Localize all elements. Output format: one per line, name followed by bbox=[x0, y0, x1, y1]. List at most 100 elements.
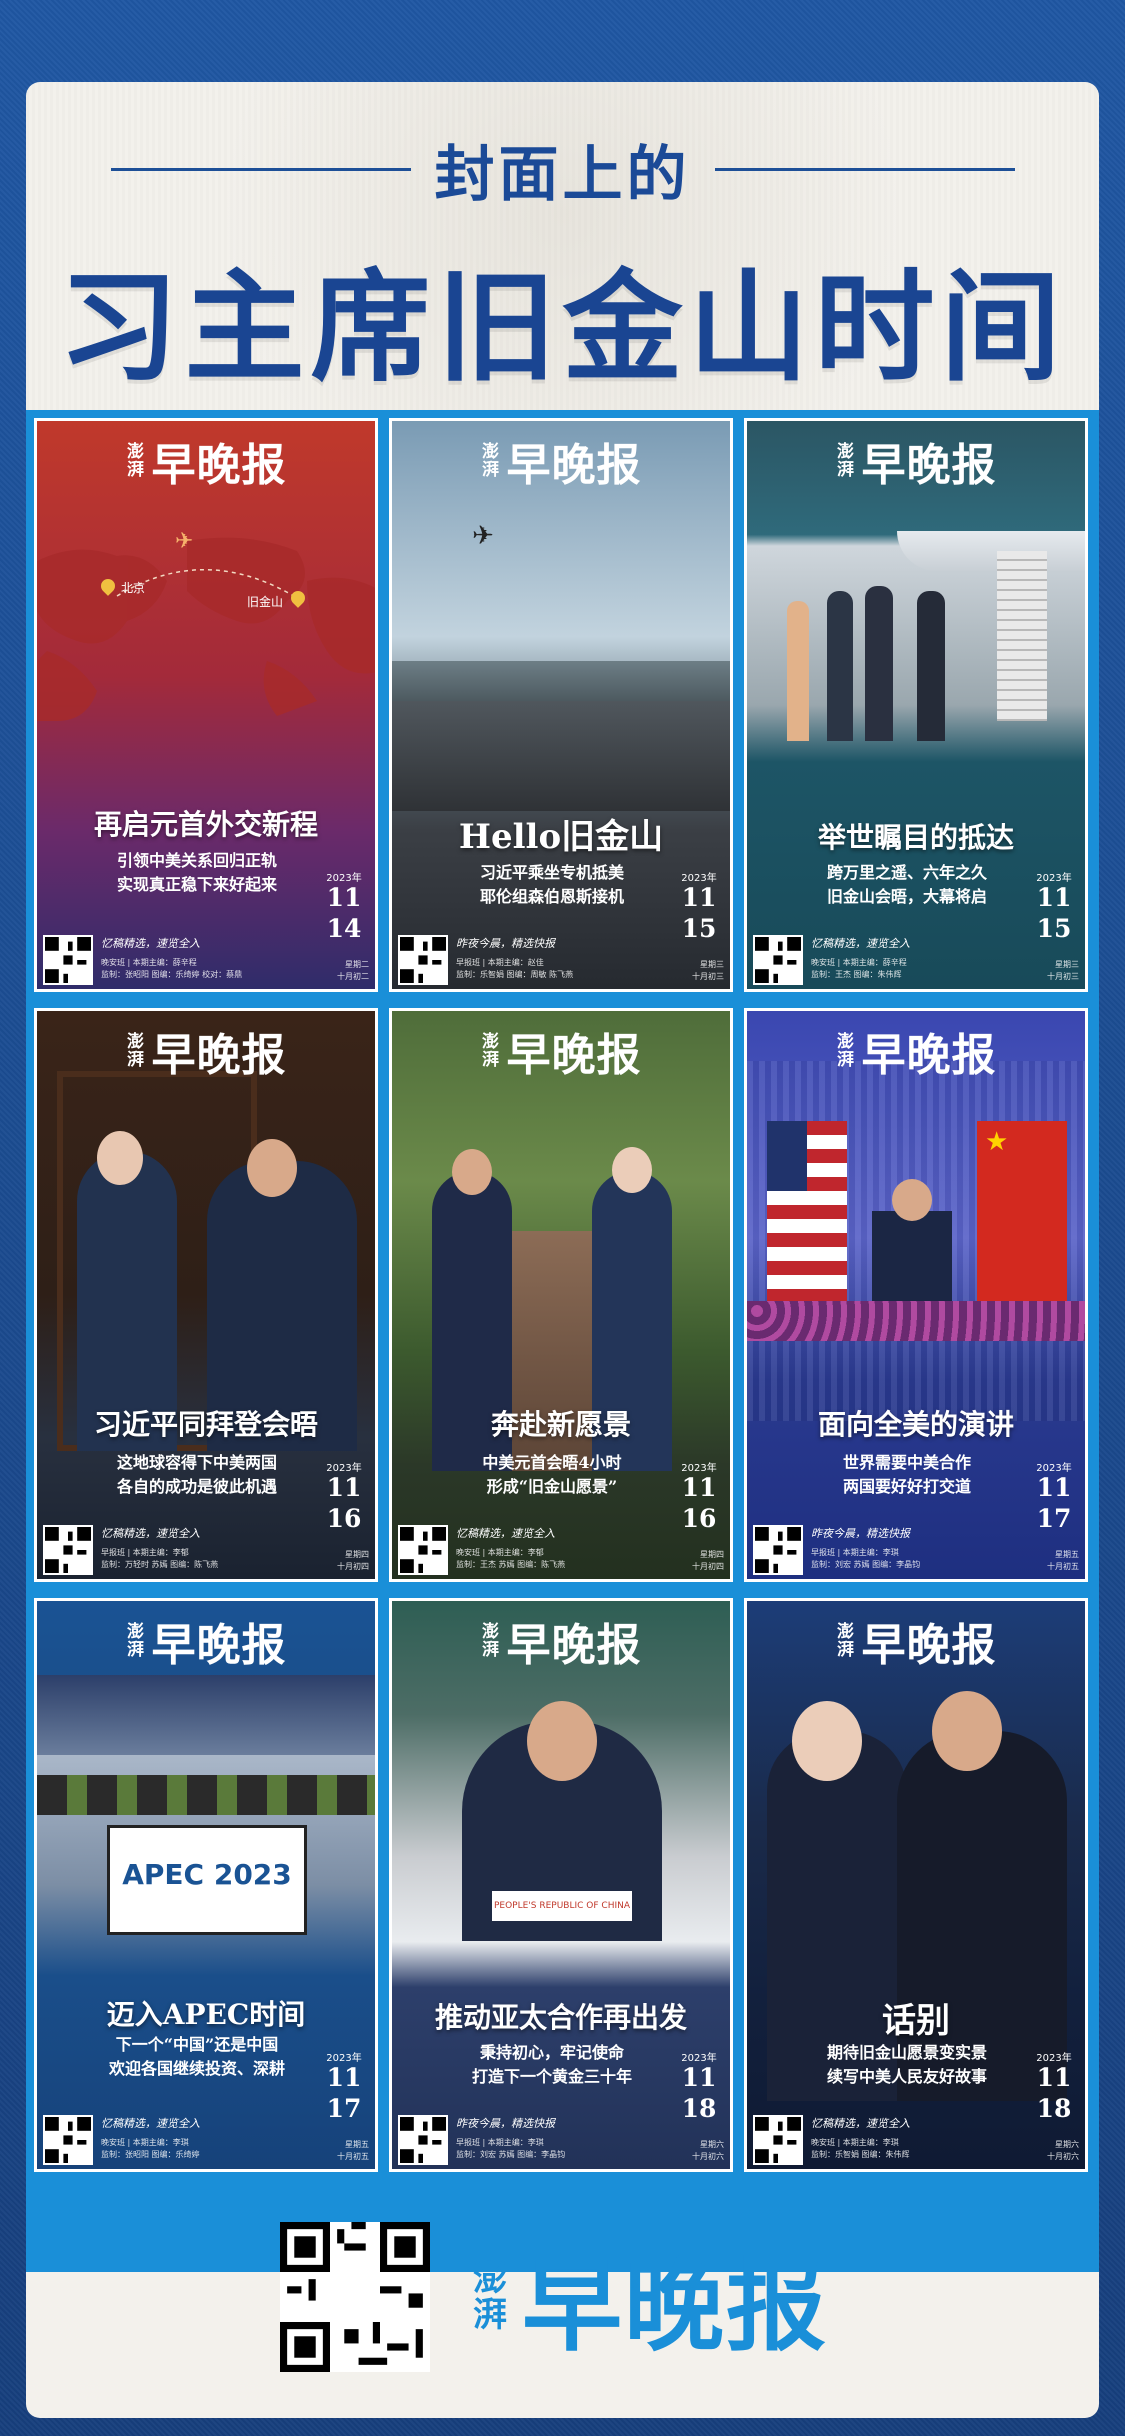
brand-logo: 澎湃 早晚报 bbox=[392, 1021, 730, 1081]
us-flag bbox=[767, 1121, 847, 1301]
flag-canton bbox=[767, 1121, 807, 1191]
brand-name: 早晚报 bbox=[151, 1030, 287, 1081]
cover-card[interactable]: ✈ 澎湃 早晚报 Hello旧金山 习近平乘坐专机抵美 耶伦组森伯恩斯接机 202… bbox=[389, 418, 733, 992]
cover-footer: 忆稿精选，速览全入 早报班 | 本期主编：李郁 监制：万轻时 苏嫣 图编：陈飞燕… bbox=[37, 1519, 375, 1579]
brand-qr-code[interactable] bbox=[280, 2222, 430, 2372]
cover-credits: 晚安班 | 本期主编：李郁 监制：王杰 苏嫣 图编：陈飞燕 bbox=[456, 1548, 566, 1569]
person bbox=[865, 586, 893, 741]
cover-blurb: 中美元首会晤4小时 形成“旧金山愿景” bbox=[482, 1453, 622, 1496]
cover-slogan: 忆稿精选，速览全入 bbox=[101, 2117, 200, 2130]
person bbox=[827, 591, 853, 741]
date-month: 11 bbox=[1036, 883, 1072, 912]
cover-weekday: 星期四 十月初四 bbox=[337, 1550, 369, 1571]
brand-name: 早晚报 bbox=[522, 2246, 828, 2365]
brand-name: 早晚报 bbox=[506, 1620, 642, 1671]
qr-code[interactable] bbox=[43, 2115, 93, 2165]
cover-slogan: 忆稿精选，速览全入 bbox=[456, 1527, 555, 1540]
cover-footer: 昨夜今晨，精选快报 早报班 | 本期主编：李琪 监制：刘宏 苏嫣 图编：李晶钧 … bbox=[392, 2109, 730, 2169]
map-label: 北京 bbox=[121, 581, 146, 595]
cover-card[interactable]: 澎湃 早晚报 举世瞩目的抵达 跨万里之遥、六年之久 旧金山会晤，大幕将启 2023… bbox=[744, 418, 1088, 992]
cover-weekday: 星期三 十月初三 bbox=[1047, 960, 1079, 981]
cover-blurb: 下一个“中国”还是中国 欢迎各国继续投资、深耕 bbox=[108, 2035, 285, 2078]
person-head bbox=[527, 1701, 597, 1781]
page-title: 习主席旧金山时间 bbox=[58, 257, 1067, 398]
brand-small: 澎湃 bbox=[837, 1622, 854, 1660]
brand-name: 早晚报 bbox=[151, 440, 287, 491]
date-year: 2023年 bbox=[1036, 1463, 1072, 1474]
person-head bbox=[892, 1179, 932, 1221]
cover-credits: 早报班 | 本期主编：李琪 监制：刘宏 苏嫣 图编：李晶钧 bbox=[456, 2138, 566, 2159]
date-year: 2023年 bbox=[681, 1463, 717, 1474]
cover-credits: 早报班 | 本期主编：李琪 监制：刘宏 苏嫣 图编：李晶钧 bbox=[811, 1548, 921, 1569]
person-head bbox=[932, 1691, 1002, 1771]
cover-card[interactable]: 澎湃 早晚报 奔赴新愿景 中美元首会晤4小时 形成“旧金山愿景” 2023年 11… bbox=[389, 1008, 733, 1582]
cover-headline: 推动亚太合作再出发 bbox=[434, 2001, 687, 2034]
poster-card: 封面上的 习主席旧金山时间 ✈ 北京 旧金山 澎湃 早晚报 再启元首外交新程 引… bbox=[26, 82, 1099, 2418]
airstairs bbox=[997, 551, 1047, 721]
flowers bbox=[747, 1301, 1085, 1341]
qr-code[interactable] bbox=[753, 935, 803, 985]
qr-code[interactable] bbox=[753, 1525, 803, 1575]
cover-headline: 面向全美的演讲 bbox=[817, 1408, 1014, 1441]
cover-weekday: 星期六 十月初六 bbox=[1047, 2140, 1079, 2161]
person-head bbox=[612, 1147, 652, 1193]
brand-small: 澎湃 bbox=[837, 1032, 854, 1070]
cover-footer: 忆稿精选，速览全入 晚安班 | 本期主编：李琪 监制：乐智娟 图编：朱伟辉 星期… bbox=[747, 2109, 1085, 2169]
cover-headline: 再启元首外交新程 bbox=[93, 808, 318, 841]
cover-blurb: 世界需要中美合作 两国要好好打交道 bbox=[842, 1453, 971, 1496]
cover-card[interactable]: ★ 澎湃 早晚报 面向全美的演讲 世界需要中美合作 两国要好好打交道 2023年 … bbox=[744, 1008, 1088, 1582]
qr-code[interactable] bbox=[43, 1525, 93, 1575]
brand-logo-large: 澎湃 早晚报 bbox=[470, 2222, 828, 2372]
date-month: 11 bbox=[681, 1473, 717, 1502]
cover-footer: 忆稿精选，速览全入 晚安班 | 本期主编：李琪 监制：张昭阳 图编：乐绮婷 星期… bbox=[37, 2109, 375, 2169]
qr-code[interactable] bbox=[753, 2115, 803, 2165]
brand-small: 澎湃 bbox=[127, 1032, 144, 1070]
brand-logo: 澎湃 早晚报 bbox=[747, 1611, 1085, 1671]
cover-slogan: 昨夜今晨，精选快报 bbox=[456, 2117, 555, 2130]
cover-credits: 晚安班 | 本期主编：李琪 监制：乐智娟 图编：朱伟辉 bbox=[811, 2138, 910, 2159]
brand-name: 早晚报 bbox=[861, 440, 997, 491]
date-year: 2023年 bbox=[326, 2053, 362, 2064]
divider-left bbox=[110, 167, 411, 171]
hills bbox=[392, 661, 730, 701]
divider-right bbox=[714, 167, 1015, 171]
brand-small: 澎湃 bbox=[473, 2259, 507, 2335]
cover-photo: APEC 2023 bbox=[37, 1675, 375, 1985]
person-head bbox=[247, 1139, 297, 1197]
brand-name: 早晚报 bbox=[861, 1030, 997, 1081]
world-map: ✈ 北京 旧金山 bbox=[37, 521, 375, 721]
brand-small: 澎湃 bbox=[127, 442, 144, 480]
brand-small: 澎湃 bbox=[482, 1622, 499, 1660]
cover-footer: 忆稿精选，速览全入 晚安班 | 本期主编：薛辛程 监制：张昭阳 图编：乐绮婷 校… bbox=[37, 929, 375, 989]
cover-card[interactable]: 澎湃 早晚报 习近平同拜登会晤 这地球容得下中美两国 各自的成功是彼此机遇 202… bbox=[34, 1008, 378, 1582]
name-placard: PEOPLE'S REPUBLIC OF CHINA bbox=[492, 1891, 632, 1921]
qr-code[interactable] bbox=[398, 935, 448, 985]
qr-code[interactable] bbox=[43, 935, 93, 985]
page-subtitle: 封面上的 bbox=[434, 139, 691, 210]
map-label: 旧金山 bbox=[247, 595, 284, 609]
cover-weekday: 星期五 十月初五 bbox=[337, 2140, 369, 2161]
subtitle-row: 封面上的 bbox=[26, 134, 1099, 210]
cover-card[interactable]: 澎湃 早晚报 话别 期待旧金山愿景变实景 续写中美人民友好故事 2023年 11 … bbox=[744, 1598, 1088, 2172]
cover-footer: 忆稿精选，速览全入 晚安班 | 本期主编：薛辛程 监制：王杰 图编：朱伟辉 星期… bbox=[747, 929, 1085, 989]
qr-code[interactable] bbox=[398, 2115, 448, 2165]
cover-grid: ✈ 北京 旧金山 澎湃 早晚报 再启元首外交新程 引领中美关系回归正轨 实现真正稳… bbox=[26, 410, 1099, 2272]
cover-credits: 早报班 | 本期主编：赵佳 监制：乐智娟 图编：周敏 陈飞燕 bbox=[456, 958, 574, 979]
date-month: 11 bbox=[1036, 1473, 1072, 1502]
date-year: 2023年 bbox=[681, 873, 717, 884]
cover-credits: 晚安班 | 本期主编：薛辛程 监制：王杰 图编：朱伟辉 bbox=[811, 958, 907, 979]
cover-card[interactable]: ✈ 北京 旧金山 澎湃 早晚报 再启元首外交新程 引领中美关系回归正轨 实现真正稳… bbox=[34, 418, 378, 992]
cover-card[interactable]: APEC 2023 澎湃 早晚报 迈入APEC时间 下一个“中国”还是中国 欢迎各… bbox=[34, 1598, 378, 2172]
date-year: 2023年 bbox=[1036, 873, 1072, 884]
aircraft bbox=[897, 531, 1085, 571]
cover-credits: 晚安班 | 本期主编：薛辛程 监制：张昭阳 图编：乐绮婷 校对：蔡鼎 bbox=[101, 958, 243, 979]
qr-code[interactable] bbox=[398, 1525, 448, 1575]
brand-name: 早晚报 bbox=[506, 1030, 642, 1081]
cover-footer: 昨夜今晨，精选快报 早报班 | 本期主编：赵佳 监制：乐智娟 图编：周敏 陈飞燕… bbox=[392, 929, 730, 989]
cover-card[interactable]: PEOPLE'S REPUBLIC OF CHINA 澎湃 早晚报 推动亚太合作再… bbox=[389, 1598, 733, 2172]
brand-name: 早晚报 bbox=[151, 1620, 287, 1671]
brand-small: 澎湃 bbox=[482, 1032, 499, 1070]
brand-name: 早晚报 bbox=[861, 1620, 997, 1671]
cover-headline: Hello旧金山 bbox=[458, 817, 664, 857]
date-year: 2023年 bbox=[326, 1463, 362, 1474]
